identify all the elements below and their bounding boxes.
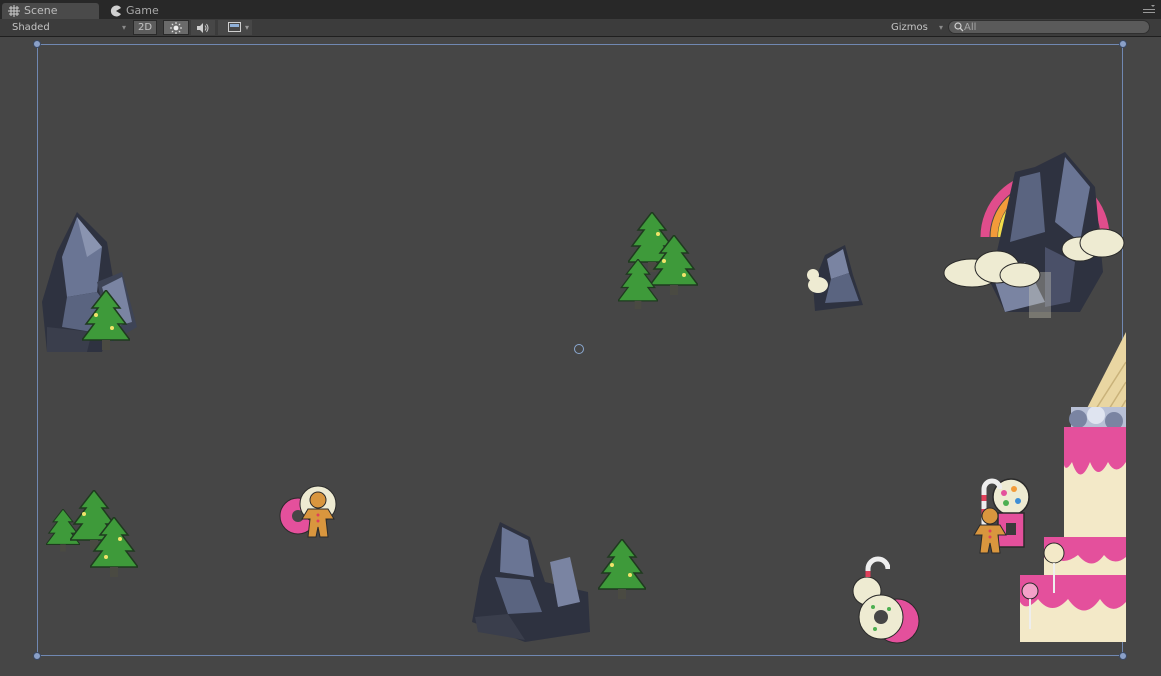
scene-toolbar: Shaded ▾ 2D ▾ Gizmos ▾ (0, 19, 1161, 37)
scene-grid-icon (8, 5, 20, 17)
search-icon (954, 22, 964, 32)
rect-handle-bottom-left[interactable] (33, 652, 41, 660)
speaker-icon (197, 23, 209, 33)
chevron-down-icon: ▾ (244, 23, 249, 32)
scene-audio-toggle[interactable] (191, 20, 215, 35)
tab-scene-label: Scene (24, 4, 58, 17)
tab-bar: Scene Game (0, 0, 1161, 19)
tab-game-label: Game (126, 4, 159, 17)
panel-menu-icon[interactable] (1143, 4, 1155, 14)
unity-scene-window: Scene Game Shaded ▾ 2D ▾ Gizmos ▾ All (0, 0, 1161, 676)
cake-sprite[interactable] (1016, 407, 1126, 642)
sun-icon (170, 22, 182, 34)
gingerbread-sprite[interactable] (300, 489, 336, 541)
pivot-handle[interactable] (574, 344, 584, 354)
donut-sprite[interactable] (845, 577, 920, 645)
tab-scene[interactable]: Scene (2, 3, 99, 19)
rect-handle-top-left[interactable] (33, 40, 41, 48)
rock-sprite[interactable] (470, 522, 592, 642)
rock-sprite[interactable] (805, 245, 867, 313)
toggle-2d-button[interactable]: 2D (133, 20, 157, 35)
tree-sprite[interactable] (618, 259, 658, 311)
shading-mode-label: Shaded (12, 22, 50, 33)
search-input[interactable] (964, 21, 1144, 33)
chevron-down-icon: ▾ (121, 23, 126, 32)
toggle-2d-label: 2D (137, 22, 153, 33)
rect-handle-bottom-right[interactable] (1119, 652, 1127, 660)
scene-lighting-toggle[interactable] (163, 20, 189, 35)
cloud-sprite[interactable] (942, 245, 1042, 290)
tree-sprite[interactable] (598, 539, 646, 601)
cloud-sprite[interactable] (1060, 225, 1126, 265)
effects-dropdown[interactable]: ▾ (218, 20, 252, 35)
tab-game[interactable]: Game (104, 3, 194, 19)
image-effects-icon (228, 22, 241, 32)
shading-mode-dropdown[interactable]: Shaded ▾ (12, 20, 128, 35)
tree-sprite[interactable] (82, 290, 130, 352)
tree-sprite[interactable] (90, 517, 138, 579)
chevron-down-icon: ▾ (938, 23, 943, 32)
rect-handle-top-right[interactable] (1119, 40, 1127, 48)
gizmos-dropdown[interactable]: Gizmos ▾ (891, 20, 945, 35)
scene-viewport[interactable] (0, 37, 1161, 676)
gingerbread-sprite[interactable] (972, 507, 1008, 555)
game-pacman-icon (110, 5, 121, 17)
hierarchy-search-field[interactable] (948, 20, 1150, 34)
gizmos-label: Gizmos (891, 22, 928, 33)
